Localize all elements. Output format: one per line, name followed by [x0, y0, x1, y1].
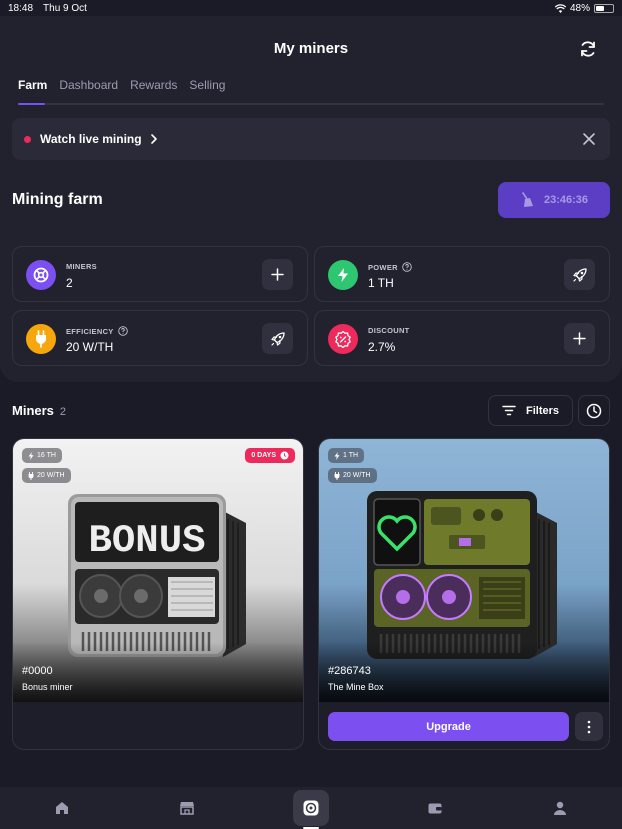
stat-card-miners: MINERS 2 — [12, 246, 308, 302]
power-stat-label: POWER — [368, 262, 412, 272]
stat-card-power: POWER 1 TH — [314, 246, 610, 302]
watch-live-label: Watch live mining — [40, 132, 142, 146]
power-stat-value: 1 TH — [368, 276, 394, 290]
miner-name: The Mine Box — [328, 682, 384, 692]
cleaning-timer-button[interactable]: 23:46:36 — [498, 182, 610, 218]
plus-icon — [271, 268, 284, 281]
miner-id: #286743 — [328, 665, 371, 677]
discount-stat-icon — [328, 324, 358, 354]
nav-miners[interactable] — [292, 790, 329, 829]
nav-wallet[interactable] — [417, 790, 453, 826]
miners-stat-value: 2 — [66, 276, 73, 290]
add-miner-button[interactable] — [262, 259, 293, 290]
plug-icon — [334, 471, 340, 480]
refresh-icon[interactable] — [578, 39, 598, 59]
close-icon[interactable] — [582, 132, 596, 146]
nav-home[interactable] — [44, 790, 80, 826]
discount-stat-label: DISCOUNT — [368, 326, 410, 335]
tab-active-indicator — [18, 103, 45, 105]
watch-live-banner[interactable]: Watch live mining — [12, 118, 610, 160]
filter-icon — [502, 405, 516, 416]
miners-section-title: Miners 2 — [12, 403, 67, 418]
miner-id: #0000 — [22, 665, 53, 677]
bottom-navigation — [0, 787, 622, 829]
timer-value: 23:46:36 — [543, 194, 589, 206]
status-bar: 18:48 Thu 9 Oct 48% — [0, 0, 622, 16]
bolt-icon — [334, 451, 340, 460]
broom-icon — [522, 192, 533, 207]
help-icon[interactable] — [117, 326, 128, 336]
miner-name: Bonus miner — [22, 682, 73, 692]
battery-icon — [594, 3, 614, 13]
nav-store[interactable] — [169, 790, 205, 826]
image-gradient — [13, 642, 303, 702]
rocket-icon — [572, 267, 587, 282]
wifi-icon — [554, 3, 566, 13]
upgrade-button[interactable]: Upgrade — [328, 712, 569, 741]
stat-card-efficiency: EFFICIENCY 20 W/TH — [12, 310, 308, 366]
days-remaining-badge: 0 DAYS — [245, 448, 295, 463]
filters-button[interactable]: Filters — [488, 395, 573, 426]
tab-divider — [18, 103, 604, 105]
history-button[interactable] — [578, 395, 610, 426]
tab-bar: Farm Dashboard Rewards Selling — [18, 78, 225, 92]
help-icon[interactable] — [402, 262, 412, 272]
more-options-button[interactable] — [575, 712, 603, 741]
tab-rewards[interactable]: Rewards — [130, 78, 177, 92]
boost-power-button[interactable] — [564, 259, 595, 290]
status-date: Thu 9 Oct — [43, 2, 87, 14]
efficiency-chip: 20 W/TH — [22, 468, 71, 483]
tab-farm[interactable]: Farm — [18, 78, 47, 92]
clock-icon — [280, 451, 289, 460]
power-chip: 1 TH — [328, 448, 365, 463]
miner-image: 1 TH 20 W/TH #286743 The Mine Box — [319, 439, 609, 702]
efficiency-stat-icon — [26, 324, 56, 354]
miner-card-mine-box[interactable]: 1 TH 20 W/TH #286743 The Mine Box Upgrad… — [318, 438, 610, 750]
tab-dashboard[interactable]: Dashboard — [59, 78, 118, 92]
store-icon — [179, 802, 194, 815]
filters-label: Filters — [525, 404, 559, 417]
boost-efficiency-button[interactable] — [262, 323, 293, 354]
bolt-icon — [28, 451, 34, 460]
chevron-right-icon — [150, 134, 157, 144]
power-chip: 16 TH — [22, 448, 62, 463]
miner-card-bonus[interactable]: BONUS 16 TH 20 W/TH 0 DAYS #0000 Bonus m… — [12, 438, 304, 750]
page-title: My miners — [273, 40, 349, 57]
tab-selling[interactable]: Selling — [189, 78, 225, 92]
more-vertical-icon — [587, 720, 591, 733]
home-icon — [56, 802, 69, 814]
wallet-icon — [428, 803, 442, 814]
battery-percent: 48% — [569, 2, 590, 14]
mining-farm-title: Mining farm — [12, 191, 103, 208]
stat-card-discount: DISCOUNT 2.7% — [314, 310, 610, 366]
miners-icon — [303, 800, 319, 816]
nav-profile[interactable] — [542, 790, 578, 826]
profile-icon — [553, 801, 566, 815]
plug-icon — [28, 471, 34, 480]
bonus-screen-text: BONUS — [88, 519, 205, 563]
add-discount-button[interactable] — [564, 323, 595, 354]
clock-icon — [586, 403, 602, 418]
rocket-icon — [270, 331, 285, 346]
efficiency-stat-label: EFFICIENCY — [66, 326, 128, 336]
discount-stat-value: 2.7% — [368, 340, 396, 354]
live-indicator-dot — [24, 135, 31, 143]
power-stat-icon — [328, 260, 358, 290]
miners-count: 2 — [59, 406, 67, 418]
efficiency-stat-value: 20 W/TH — [66, 340, 114, 354]
plus-icon — [573, 332, 586, 345]
status-time: 18:48 — [8, 2, 34, 14]
miners-stat-icon — [26, 260, 56, 290]
efficiency-chip: 20 W/TH — [328, 468, 377, 483]
miner-image: BONUS 16 TH 20 W/TH 0 DAYS #0000 Bonus m… — [13, 439, 303, 702]
miners-stat-label: MINERS — [66, 262, 97, 271]
